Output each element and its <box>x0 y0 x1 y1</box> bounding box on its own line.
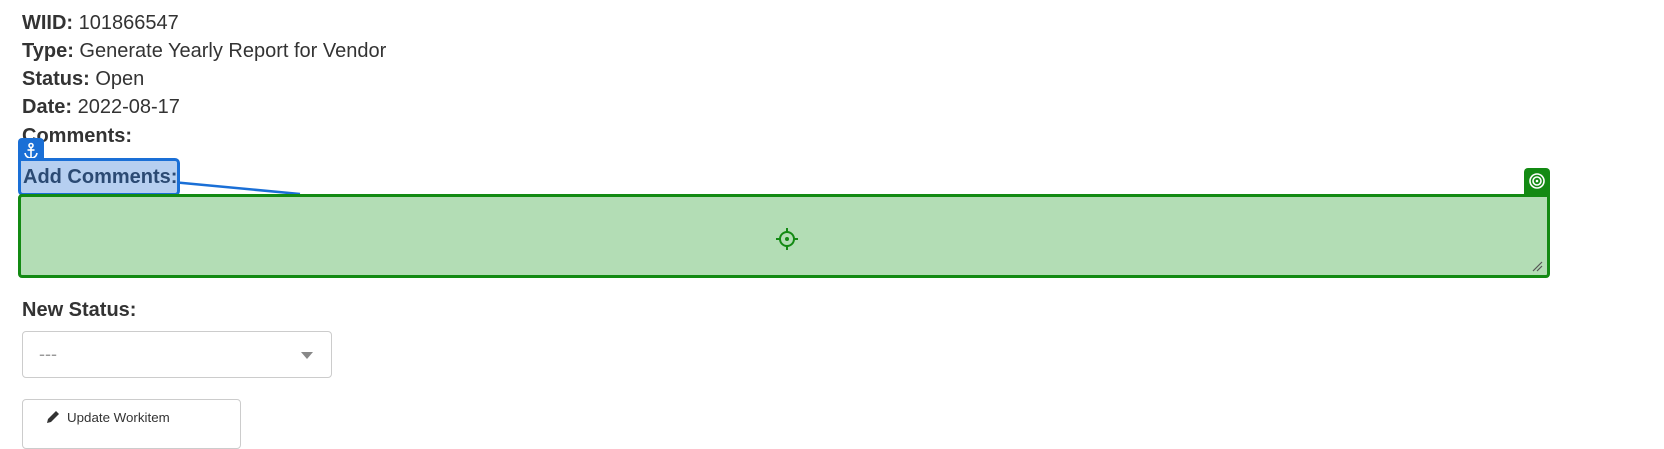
pencil-icon <box>47 411 59 423</box>
new-status-selected-value: --- <box>39 344 57 364</box>
date-value: 2022-08-17 <box>77 96 180 118</box>
update-workitem-button[interactable]: Update Workitem <box>22 399 241 449</box>
status-value: Open <box>95 68 145 90</box>
wiid-line: WIID: 101866547 <box>22 10 179 36</box>
type-value: Generate Yearly Report for Vendor <box>79 40 387 62</box>
update-workitem-label: Update Workitem <box>67 409 170 425</box>
add-comments-label: Add Comments: <box>18 158 180 196</box>
type-label: Type: <box>22 40 74 62</box>
wiid-value: 101866547 <box>78 12 179 34</box>
wiid-label: WIID: <box>22 12 74 34</box>
add-comments-field[interactable] <box>18 194 1550 278</box>
date-label: Date: <box>22 96 73 118</box>
target-icon <box>1524 168 1550 194</box>
date-line: Date: 2022-08-17 <box>22 94 180 120</box>
status-line: Status: Open <box>22 66 144 92</box>
status-label: Status: <box>22 68 90 90</box>
type-line: Type: Generate Yearly Report for Vendor <box>22 38 386 64</box>
new-status-select[interactable]: --- <box>22 331 332 378</box>
new-status-label: New Status: <box>22 299 137 321</box>
add-comments-textarea[interactable] <box>21 197 1547 275</box>
chevron-down-icon <box>301 352 313 359</box>
